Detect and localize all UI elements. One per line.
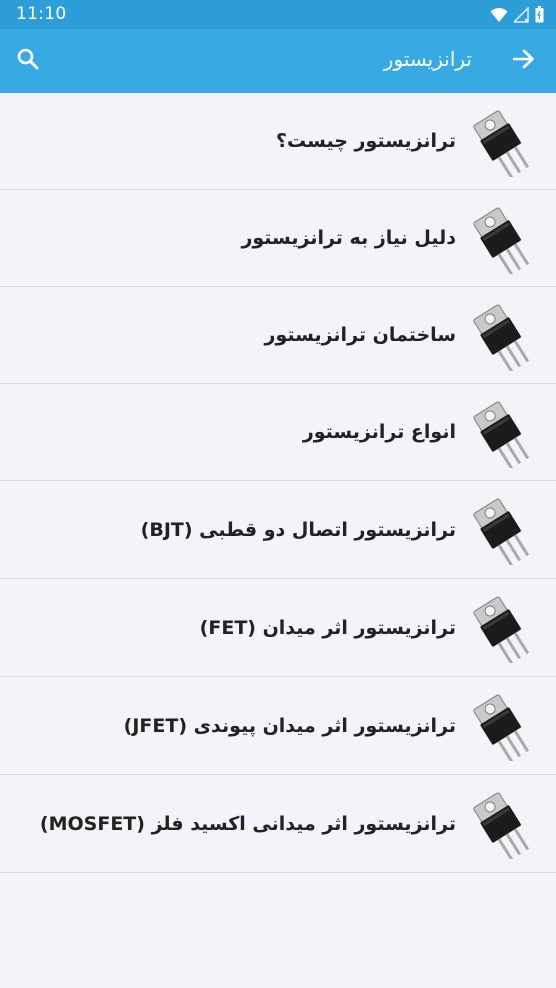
topic-list: ترانزیستور چیست؟ دلیل نیاز به ترانزیستور…: [0, 93, 556, 873]
page-title: ترانزیستور: [383, 47, 472, 71]
list-item[interactable]: ترانزیستور اثر میدانی اکسید فلز (MOSFET): [0, 775, 556, 873]
list-item-label: ترانزیستور اتصال دو قطبی (BJT): [140, 518, 456, 541]
signal-icon: [512, 5, 529, 27]
list-item[interactable]: ساختمان ترانزیستور: [0, 287, 556, 384]
transistor-icon: [470, 591, 542, 663]
transistor-icon: [470, 689, 542, 761]
search-icon: [17, 48, 39, 74]
transistor-icon: [470, 105, 542, 177]
list-item[interactable]: ترانزیستور اتصال دو قطبی (BJT): [0, 481, 556, 579]
list-item[interactable]: انواع ترانزیستور: [0, 384, 556, 481]
list-item-label: ساختمان ترانزیستور: [264, 324, 456, 346]
search-button[interactable]: [12, 45, 44, 77]
status-bar: 11:10: [0, 0, 556, 29]
app-bar: ترانزیستور: [0, 29, 556, 93]
wifi-icon: [490, 7, 508, 27]
list-item[interactable]: ترانزیستور اثر میدان (FET): [0, 579, 556, 677]
transistor-icon: [470, 493, 542, 565]
status-time: 11:10: [16, 4, 67, 24]
transistor-icon: [470, 396, 542, 468]
list-item[interactable]: ترانزیستور اثر میدان پیوندی (JFET): [0, 677, 556, 775]
battery-icon: [535, 6, 544, 27]
list-item-label: ترانزیستور چیست؟: [275, 130, 456, 152]
list-item-label: ترانزیستور اثر میدان پیوندی (JFET): [123, 714, 456, 737]
list-item[interactable]: دلیل نیاز به ترانزیستور: [0, 190, 556, 287]
transistor-icon: [470, 202, 542, 274]
back-button[interactable]: [508, 45, 540, 77]
list-item[interactable]: ترانزیستور چیست؟: [0, 93, 556, 190]
arrow-right-icon: [512, 49, 535, 73]
list-item-label: ترانزیستور اثر میدان (FET): [199, 616, 456, 639]
status-icons: [490, 5, 544, 27]
list-item-label: دلیل نیاز به ترانزیستور: [241, 227, 456, 249]
transistor-icon: [470, 299, 542, 371]
list-item-label: ترانزیستور اثر میدانی اکسید فلز (MOSFET): [39, 812, 456, 835]
transistor-icon: [470, 787, 542, 859]
list-item-label: انواع ترانزیستور: [302, 421, 456, 443]
